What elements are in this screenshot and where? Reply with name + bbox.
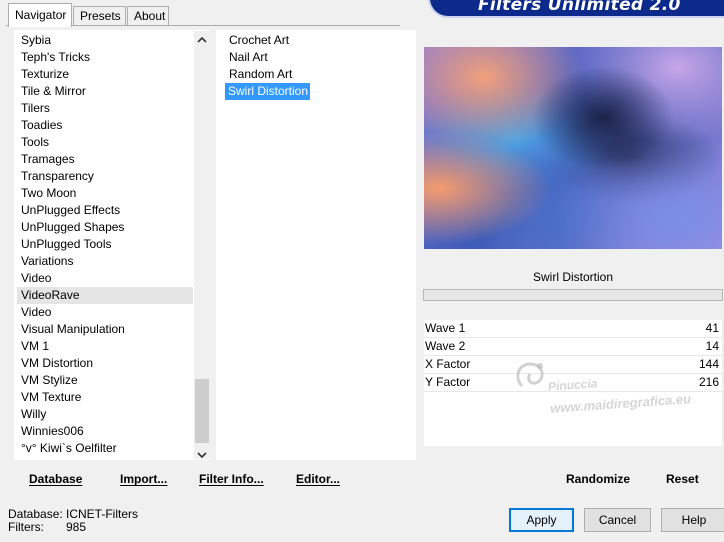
parameter-value[interactable]: 144 xyxy=(699,357,719,371)
cancel-button[interactable]: Cancel xyxy=(584,508,651,532)
category-item[interactable]: Texturize xyxy=(17,66,193,83)
category-item[interactable]: VM Texture xyxy=(17,389,193,406)
help-button[interactable]: Help xyxy=(661,508,724,532)
apply-button[interactable]: Apply xyxy=(509,508,574,532)
filter-item[interactable]: Nail Art xyxy=(225,49,405,66)
filter-item[interactable]: Swirl Distortion xyxy=(225,83,405,100)
filter-item-selected-label[interactable]: Swirl Distortion xyxy=(225,83,311,100)
parameter-name: Y Factor xyxy=(425,375,471,389)
parameter-value[interactable]: 41 xyxy=(706,321,719,335)
category-item[interactable]: Tramages xyxy=(17,151,193,168)
category-item[interactable]: UnPlugged Tools xyxy=(17,236,193,253)
category-item[interactable]: VM Distortion xyxy=(17,355,193,372)
parameter-name: X Factor xyxy=(425,357,471,371)
scroll-down-arrow-icon[interactable] xyxy=(197,448,207,462)
category-item[interactable]: Teph's Tricks xyxy=(17,49,193,66)
category-item[interactable]: UnPlugged Shapes xyxy=(17,219,193,236)
category-list[interactable]: Sybia Teph's Tricks Texturize Tile & Mirror… xyxy=(17,32,193,457)
category-item[interactable]: Video xyxy=(17,304,193,321)
category-item[interactable]: Tools xyxy=(17,134,193,151)
tab-presets[interactable]: Presets xyxy=(73,6,126,25)
import-button[interactable]: Import... xyxy=(120,472,167,486)
parameter-row[interactable]: X Factor 144 xyxy=(424,356,722,374)
filter-separator-bar xyxy=(423,289,723,301)
scroll-up-arrow-icon[interactable] xyxy=(197,36,207,47)
status-filters-value: 985 xyxy=(66,520,87,534)
category-item[interactable]: Variations xyxy=(17,253,193,270)
category-item[interactable]: VM Stylize xyxy=(17,372,193,389)
filter-list-panel[interactable]: Crochet Art Nail Art Random Art Swirl Disto… xyxy=(216,30,416,460)
parameter-row[interactable]: Wave 1 41 xyxy=(424,320,722,338)
tab-about[interactable]: About xyxy=(127,6,169,25)
category-item[interactable]: Toadies xyxy=(17,117,193,134)
category-item[interactable]: °v° Kiwi`s Oelfilter xyxy=(17,440,193,457)
category-item[interactable]: Transparency xyxy=(17,168,193,185)
category-list-panel[interactable]: Sybia Teph's Tricks Texturize Tile & Mirror… xyxy=(14,30,210,460)
category-item[interactable]: Tilers xyxy=(17,100,193,117)
parameter-name: Wave 2 xyxy=(425,339,466,353)
parameter-row[interactable]: Wave 2 14 xyxy=(424,338,722,356)
category-item[interactable]: Willy xyxy=(17,406,193,423)
category-scrollbar-thumb[interactable] xyxy=(195,379,209,443)
category-item[interactable]: VideoRave xyxy=(17,287,193,304)
category-item[interactable]: Sybia xyxy=(17,32,193,49)
filter-name-label: Swirl Distortion xyxy=(532,270,613,284)
category-item[interactable]: Visual Manipulation xyxy=(17,321,193,338)
app-title-banner: Filters Unlimited 2.0 xyxy=(428,0,724,18)
status-filters-label: Filters: xyxy=(8,520,44,534)
parameter-name: Wave 1 xyxy=(425,321,466,335)
filter-preview-image xyxy=(424,47,722,249)
category-item[interactable]: Tile & Mirror xyxy=(17,83,193,100)
category-item[interactable]: Winnies006 xyxy=(17,423,193,440)
left-toolbar: Database Import... Filter Info... Editor… xyxy=(12,464,416,490)
app-title: Filters Unlimited 2.0 xyxy=(478,0,681,15)
parameter-empty-row xyxy=(424,428,722,446)
category-item[interactable]: UnPlugged Effects xyxy=(17,202,193,219)
parameter-value[interactable]: 14 xyxy=(706,339,719,353)
reset-button[interactable]: Reset xyxy=(666,472,699,486)
category-item[interactable]: VM 1 xyxy=(17,338,193,355)
right-toolbar: Randomize Reset xyxy=(424,464,722,490)
watermark-logo-icon xyxy=(512,356,552,399)
filter-item[interactable]: Crochet Art xyxy=(225,32,405,49)
filter-list[interactable]: Crochet Art Nail Art Random Art Swirl Disto… xyxy=(225,32,405,100)
database-button[interactable]: Database xyxy=(29,472,82,486)
category-scrollbar[interactable] xyxy=(194,31,210,459)
category-item[interactable]: Two Moon xyxy=(17,185,193,202)
tab-navigator[interactable]: Navigator xyxy=(8,3,72,27)
category-item[interactable]: Video xyxy=(17,270,193,287)
filter-info-button[interactable]: Filter Info... xyxy=(199,472,264,486)
parameter-value[interactable]: 216 xyxy=(699,375,719,389)
editor-button[interactable]: Editor... xyxy=(296,472,340,486)
filter-item[interactable]: Random Art xyxy=(225,66,405,83)
randomize-button[interactable]: Randomize xyxy=(566,472,630,486)
